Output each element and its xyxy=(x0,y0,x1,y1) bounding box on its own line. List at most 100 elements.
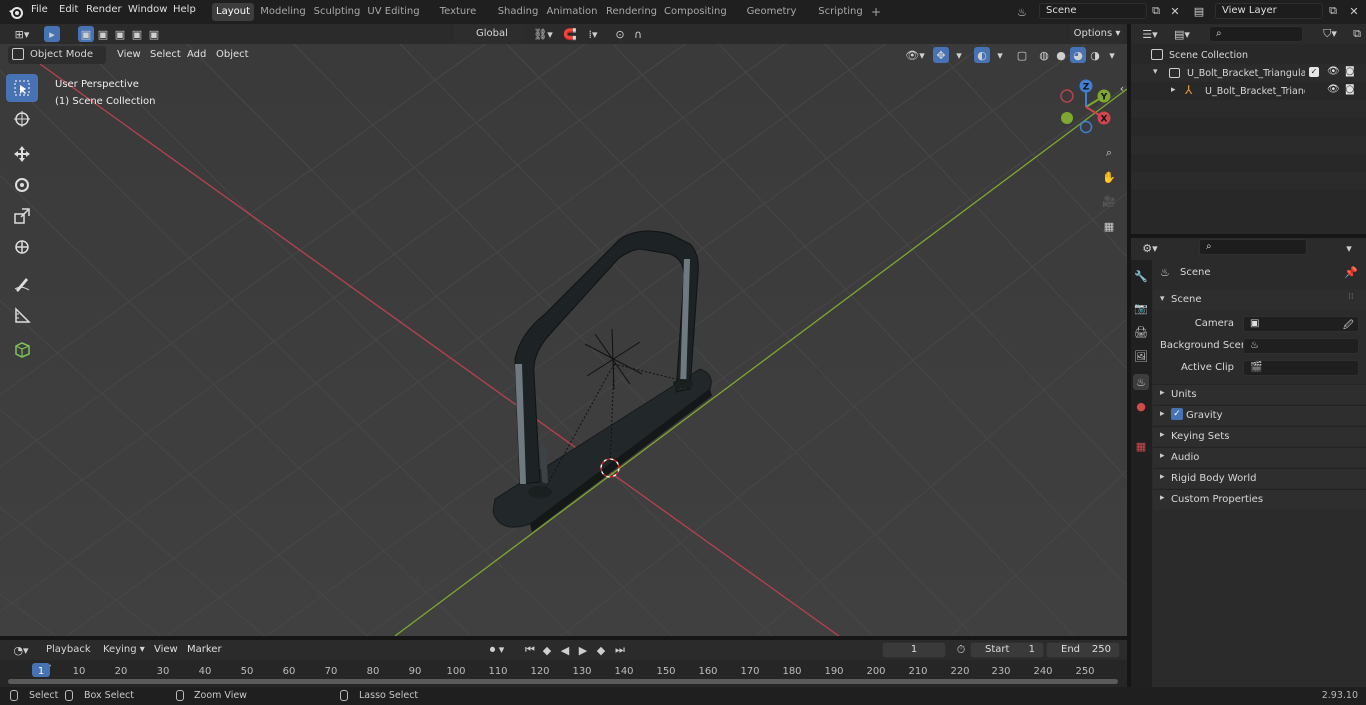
outliner-row-scene-collection[interactable]: Scene Collection xyxy=(1131,46,1366,64)
new-collection-icon[interactable]: ⧉ xyxy=(1349,26,1365,42)
visibility-eye-icon[interactable]: 👁 xyxy=(1327,66,1340,77)
overlay-toggle-icon[interactable]: ◐ xyxy=(974,47,990,63)
expand-arrow-icon[interactable]: ▸ xyxy=(1160,409,1165,419)
editor-type-icon[interactable]: ⊞▾ xyxy=(8,26,36,42)
pin-icon[interactable]: 📌 xyxy=(1344,266,1358,279)
new-scene-icon[interactable]: ⧉ xyxy=(1148,3,1164,19)
tab-scripting[interactable]: Scripting xyxy=(817,3,864,21)
filter-icon[interactable]: ⛉▾ xyxy=(1317,26,1343,42)
properties-options-icon[interactable]: ▾ xyxy=(1341,240,1357,256)
gravity-checkbox[interactable]: ✓ xyxy=(1171,408,1183,420)
falloff-icon[interactable]: ∩ xyxy=(630,26,646,42)
playback-menu[interactable]: Playback ▾ xyxy=(42,641,96,673)
outliner-search-input[interactable]: ⌕ xyxy=(1209,26,1303,42)
eyedropper-icon[interactable]: 🖉 xyxy=(1343,318,1354,335)
delete-view-layer-icon[interactable]: ✕ xyxy=(1346,3,1362,19)
tab-animation[interactable]: Animation xyxy=(546,3,598,21)
transform-tool[interactable] xyxy=(6,233,38,261)
outliner-row-object[interactable]: ▸ ⅄ U_Bolt_Bracket_Triangul 👁 ◙ xyxy=(1131,82,1366,100)
wireframe-shading-icon[interactable]: ◍ xyxy=(1036,47,1052,63)
jump-keyframe-back-icon[interactable]: ◆ xyxy=(539,642,555,658)
sidebar-toggle-icon[interactable]: ‹ xyxy=(1117,80,1127,96)
rotate-tool[interactable] xyxy=(6,171,38,199)
viewport-menu-select[interactable]: Select xyxy=(150,49,181,60)
timeline-editor-type-icon[interactable]: ◔▾ xyxy=(8,642,34,658)
rendered-shading-icon[interactable]: ◑ xyxy=(1087,47,1103,63)
select-subtract-icon[interactable]: ▣ xyxy=(112,26,128,42)
play-icon[interactable]: ▶ xyxy=(575,642,591,658)
jump-start-icon[interactable]: ⏮ xyxy=(522,642,538,658)
menu-file[interactable]: File xyxy=(31,4,48,15)
exclude-checkbox-icon[interactable]: ✓ xyxy=(1309,67,1319,77)
output-tab-icon[interactable]: 🖨 xyxy=(1133,324,1149,340)
solid-shading-icon[interactable]: ● xyxy=(1053,47,1069,63)
render-camera-icon[interactable]: ◙ xyxy=(1345,84,1355,95)
menu-edit[interactable]: Edit xyxy=(59,4,78,15)
keying-menu[interactable]: Keying ▾ xyxy=(99,641,145,659)
scene-icon[interactable]: ♨ xyxy=(1014,4,1030,20)
properties-search-input[interactable]: ⌕ xyxy=(1199,239,1307,255)
render-camera-icon[interactable]: ◙ xyxy=(1345,66,1355,77)
blender-logo-icon[interactable] xyxy=(8,4,24,20)
outliner-row-collection[interactable]: ▾ U_Bolt_Bracket_Triangular_St ✓ 👁 ◙ xyxy=(1131,64,1366,82)
select-tool-icon[interactable]: ▸ xyxy=(44,26,60,42)
texture-tab-icon[interactable]: ▦ xyxy=(1133,438,1149,454)
snap-icon[interactable]: 🧲 xyxy=(562,26,578,42)
timeline-menu-view[interactable]: View xyxy=(154,644,178,655)
viewport-menu-object[interactable]: Object xyxy=(216,49,249,60)
gizmo-toggle-icon[interactable]: ✥ xyxy=(933,47,949,63)
add-workspace-icon[interactable]: + xyxy=(869,3,883,21)
jump-keyframe-forward-icon[interactable]: ◆ xyxy=(593,642,609,658)
menu-help[interactable]: Help xyxy=(173,4,196,15)
scene-tab-icon[interactable]: ♨ xyxy=(1133,374,1149,390)
camera-view-icon[interactable]: 🎥 xyxy=(1098,190,1120,212)
add-cube-tool[interactable] xyxy=(6,335,38,363)
pan-hand-icon[interactable]: ✋ xyxy=(1098,166,1120,188)
tab-layout[interactable]: Layout xyxy=(212,3,254,21)
timeline-menu-marker[interactable]: Marker xyxy=(187,644,222,655)
material-shading-icon[interactable]: ◕ xyxy=(1070,47,1086,63)
panel-gravity[interactable] xyxy=(1153,405,1366,425)
viewport-menu-view[interactable]: View xyxy=(117,49,141,60)
snap-target-icon[interactable]: ⁞▾ xyxy=(580,26,606,42)
view-layer-tab-icon[interactable]: 🖼 xyxy=(1133,348,1149,364)
menu-render[interactable]: Render xyxy=(86,4,122,15)
expand-arrow-icon[interactable]: ▾ xyxy=(1153,67,1158,77)
tab-sculpting[interactable]: Sculpting xyxy=(313,3,361,21)
annotate-tool[interactable] xyxy=(6,270,38,298)
select-invert-icon[interactable]: ▣ xyxy=(129,26,145,42)
perspective-toggle-icon[interactable]: ▦ xyxy=(1098,215,1120,237)
visibility-eye-icon[interactable]: 👁 xyxy=(1327,84,1340,95)
end-frame-field[interactable]: End 250 xyxy=(1046,642,1120,658)
expand-arrow-icon[interactable]: ▸ xyxy=(1160,451,1165,461)
select-new-icon[interactable]: ▣ xyxy=(78,26,94,42)
3d-viewport[interactable]: User Perspective (1) Scene Collection Y … xyxy=(0,44,1127,636)
select-intersect-icon[interactable]: ▣ xyxy=(146,26,162,42)
view-layer-icon[interactable]: ▤ xyxy=(1191,3,1207,19)
viewport-menu-add[interactable]: Add xyxy=(187,49,206,60)
outliner-editor-type-icon[interactable]: ☰▾ xyxy=(1137,26,1163,42)
select-extend-icon[interactable]: ▣ xyxy=(95,26,111,42)
expand-arrow-icon[interactable]: ▸ xyxy=(1160,472,1165,482)
current-frame-field[interactable]: 1 xyxy=(882,642,946,658)
cursor-tool[interactable] xyxy=(6,105,38,133)
display-mode-icon[interactable]: ▤▾ xyxy=(1169,26,1195,42)
visibility-selectability-icon[interactable]: 👁▾ xyxy=(903,47,927,63)
scene-field[interactable]: Scene xyxy=(1039,3,1147,19)
proportional-edit-icon[interactable]: ⊙ xyxy=(612,26,628,42)
timeline-scrollbar[interactable] xyxy=(8,679,1118,684)
expand-arrow-icon[interactable]: ▸ xyxy=(1160,493,1165,503)
tool-tab-icon[interactable]: 🔧 xyxy=(1133,268,1149,284)
tab-rendering[interactable]: Rendering xyxy=(605,3,658,21)
shading-dropdown-icon[interactable]: ▾ xyxy=(1104,47,1120,63)
tab-compositing[interactable]: Compositing xyxy=(664,3,727,21)
tab-texture-paint[interactable]: Texture Paint xyxy=(427,3,489,35)
menu-window[interactable]: Window xyxy=(128,4,167,15)
tab-uv-editing[interactable]: UV Editing xyxy=(367,3,420,21)
active-clip-field[interactable]: 🎬 xyxy=(1243,360,1359,376)
auto-keying-icon[interactable]: ⏺ ▾ xyxy=(481,642,513,658)
measure-tool[interactable] xyxy=(6,301,38,329)
expand-arrow-icon[interactable]: ▸ xyxy=(1160,430,1165,440)
pivot-point-icon[interactable]: ⛓▾ xyxy=(530,26,556,42)
new-view-layer-icon[interactable]: ⧉ xyxy=(1325,3,1341,19)
